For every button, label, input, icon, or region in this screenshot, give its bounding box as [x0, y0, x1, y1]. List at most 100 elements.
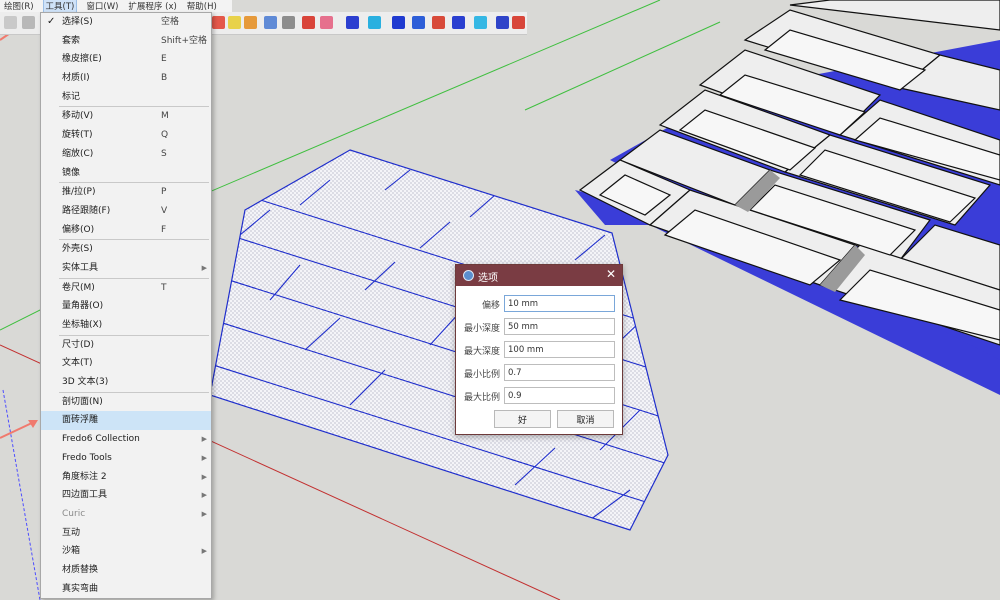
menu-item-label: 镜像: [62, 167, 81, 178]
menu-item-label: 3D 文本(3): [62, 377, 109, 388]
menu-item[interactable]: 移动(V) M: [41, 107, 211, 126]
menu-item[interactable]: 四边面工具 ▶: [41, 486, 211, 505]
menubar-item[interactable]: 工具(T): [42, 0, 78, 13]
menu-item[interactable]: 镜像: [41, 164, 211, 183]
option-label: 最小深度: [463, 324, 500, 334]
menu-item[interactable]: 实体工具 ▶: [41, 259, 211, 278]
menu-item-shortcut: M: [161, 111, 169, 122]
menubar-item[interactable]: 窗口(W): [86, 0, 118, 12]
menu-item-label: 沙箱: [62, 546, 81, 557]
menu-item[interactable]: 面砖浮雕: [41, 411, 211, 431]
menu-item[interactable]: 套索 Shift+空格: [41, 32, 211, 51]
undo-icon[interactable]: [4, 16, 17, 29]
submenu-arrow-icon: ▶: [201, 453, 207, 462]
menu-item[interactable]: Fredo Tools ▶: [41, 449, 211, 468]
tool-icon-7[interactable]: [320, 16, 333, 29]
submenu-arrow-icon: ▶: [201, 435, 207, 444]
menu-item[interactable]: ✓ 选择(S) 空格: [41, 13, 211, 32]
menu-item-label: 卷尺(M): [62, 282, 95, 293]
menubar-item[interactable]: 帮助(H): [187, 0, 217, 12]
option-row: 偏移: [456, 295, 624, 312]
tool-icon-4[interactable]: [264, 16, 277, 29]
submenu-arrow-icon: ▶: [201, 491, 207, 500]
tool-icon-15[interactable]: [496, 16, 509, 29]
cancel-button[interactable]: 取消: [557, 410, 614, 428]
menu-item-shortcut: E: [161, 54, 167, 65]
menu-item[interactable]: 角度标注 2 ▶: [41, 468, 211, 487]
menubar-item[interactable]: 绘图(R): [4, 0, 34, 12]
menu-item[interactable]: 标记: [41, 88, 211, 107]
menu-item-shortcut: Q: [161, 130, 169, 141]
option-input[interactable]: [504, 387, 615, 404]
menu-item-label: 材质替换: [62, 564, 99, 575]
tool-icon-8[interactable]: [346, 16, 359, 29]
menu-item[interactable]: Fredo6 Collection ▶: [41, 430, 211, 449]
close-icon[interactable]: ✕: [606, 267, 616, 281]
menu-item-label: 尺寸(D): [62, 339, 94, 350]
tool-icon-13[interactable]: [452, 16, 465, 29]
tool-icon-1[interactable]: [212, 16, 225, 29]
menu-item[interactable]: 缩放(C) S: [41, 145, 211, 164]
menu-item-label: 推/拉(P): [62, 187, 96, 198]
menu-item[interactable]: 材质替换: [41, 561, 211, 580]
tool-icon-12[interactable]: [432, 16, 445, 29]
menu-item[interactable]: 卷尺(M) T: [41, 279, 211, 298]
submenu-arrow-icon: ▶: [201, 547, 207, 556]
menu-item[interactable]: 橡皮擦(E) E: [41, 50, 211, 69]
option-input[interactable]: [504, 364, 615, 381]
menu-item[interactable]: 量角器(O): [41, 297, 211, 316]
ok-button[interactable]: 好: [494, 410, 551, 428]
menu-item-label: 偏移(O): [62, 224, 95, 235]
option-input[interactable]: [504, 318, 615, 335]
green-axis-right: [524, 21, 721, 111]
options-dialog: 选项 ✕ 偏移最小深度最大深度最小比例最大比例 好 取消: [455, 264, 623, 435]
app-icon: [463, 270, 474, 281]
tool-icon-14[interactable]: [474, 16, 487, 29]
tool-icon-5[interactable]: [282, 16, 295, 29]
menu-item[interactable]: 文本(T): [41, 354, 211, 373]
menu-item[interactable]: 沙箱 ▶: [41, 542, 211, 561]
dialog-titlebar[interactable]: 选项 ✕: [456, 265, 622, 286]
menu-item[interactable]: 坐标轴(X): [41, 316, 211, 335]
menu-item[interactable]: 尺寸(D): [41, 336, 211, 355]
menu-item-label: 角度标注 2: [62, 471, 107, 482]
menu-item[interactable]: 路径跟随(F) V: [41, 202, 211, 221]
menu-item[interactable]: 推/拉(P) P: [41, 183, 211, 202]
option-row: 最小比例: [456, 364, 624, 381]
menu-item[interactable]: 真实弯曲: [41, 580, 211, 599]
tool-icon-16[interactable]: [512, 16, 525, 29]
save-icon[interactable]: [22, 16, 35, 29]
menu-item[interactable]: 材质(I) B: [41, 69, 211, 88]
tool-icon-11[interactable]: [412, 16, 425, 29]
menu-item[interactable]: 互动: [41, 524, 211, 543]
menu-item-shortcut: P: [161, 187, 167, 198]
menu-item[interactable]: 剖切面(N): [41, 393, 211, 412]
tool-icon-9[interactable]: [368, 16, 381, 29]
menu-item-label: 面砖浮雕: [62, 415, 99, 426]
option-input[interactable]: [504, 341, 615, 358]
submenu-arrow-icon: ▶: [201, 509, 207, 518]
menu-item-shortcut: V: [161, 205, 168, 216]
menu-item-label: 真实弯曲: [62, 583, 99, 594]
menu-item-label: 缩放(C): [62, 148, 94, 159]
menu-item[interactable]: Curic ▶: [41, 505, 211, 524]
option-row: 最小深度: [456, 318, 624, 335]
menu-item-label: 坐标轴(X): [62, 320, 103, 330]
tool-icon-3[interactable]: [244, 16, 257, 29]
tool-icon-6[interactable]: [302, 16, 315, 29]
menubar-item[interactable]: 扩展程序 (x): [128, 0, 176, 12]
option-label: 最小比例: [463, 370, 500, 380]
menu-item[interactable]: 外壳(S): [41, 240, 211, 259]
menu-item[interactable]: 偏移(O) F: [41, 221, 211, 240]
menu-item-label: 选择(S): [62, 17, 93, 27]
option-label: 最大比例: [463, 393, 500, 403]
menu-item-label: 橡皮擦(E): [62, 54, 102, 65]
option-input[interactable]: [504, 295, 615, 312]
annotation-arrow-bottom: [0, 421, 35, 439]
menu-item-label: 材质(I): [62, 73, 90, 84]
tool-icon-2[interactable]: [228, 16, 241, 29]
menu-item-shortcut: T: [161, 282, 167, 293]
tool-icon-10[interactable]: [392, 16, 405, 29]
menu-item[interactable]: 3D 文本(3): [41, 373, 211, 392]
menu-item[interactable]: 旋转(T) Q: [41, 126, 211, 145]
